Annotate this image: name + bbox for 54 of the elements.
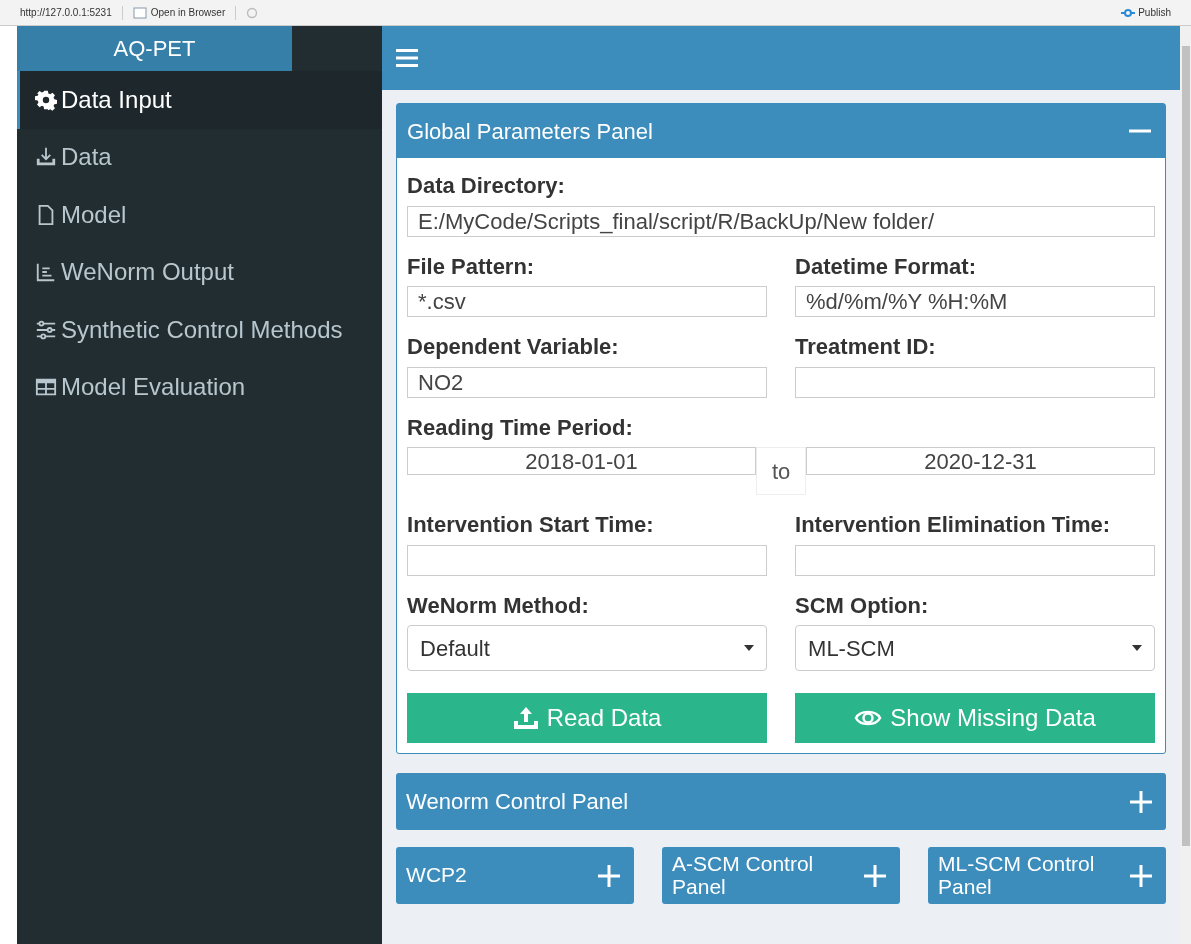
- field-label: Datetime Format:: [795, 252, 977, 280]
- collapsed-panel[interactable]: Wenorm Control Panel: [396, 773, 1167, 830]
- field-label: Intervention Start Time:: [407, 511, 655, 539]
- dropdown[interactable]: ML-SCM: [795, 625, 1156, 671]
- date-separator: to: [756, 447, 807, 495]
- panel-title: Global Parameters Panel: [407, 117, 653, 146]
- publish-icon: [1121, 7, 1136, 18]
- sliders-icon: [35, 318, 57, 341]
- caret-icon: [1132, 645, 1143, 651]
- open-in-browser-button[interactable]: Open in Browser: [132, 5, 226, 20]
- collapsed-panel[interactable]: A-SCM Control Panel: [662, 847, 901, 904]
- text-field[interactable]: %d/%m/%Y %H:%M: [795, 286, 1156, 317]
- text-field[interactable]: [795, 544, 1156, 576]
- field-label: Reading Time Period:: [407, 413, 634, 441]
- bar-chart-icon: [35, 261, 57, 284]
- start-date-field[interactable]: 2018-01-01: [407, 447, 757, 475]
- field-label: Treatment ID:: [795, 333, 937, 361]
- expand-icon[interactable]: [864, 864, 887, 887]
- collapsed-panel[interactable]: WCP2: [396, 847, 635, 904]
- field-label: Intervention Elimination Time:: [795, 511, 1112, 539]
- end-date-field[interactable]: 2020-12-31: [806, 447, 1156, 475]
- url-text: http://127.0.0.1:5231: [20, 6, 112, 20]
- expand-icon[interactable]: [598, 864, 621, 887]
- sidebar-item[interactable]: Data: [17, 128, 383, 186]
- gear-icon: [35, 88, 57, 111]
- upload-icon: [512, 706, 539, 730]
- sidebar-item[interactable]: Model: [17, 186, 383, 244]
- dropdown[interactable]: Default: [407, 625, 768, 671]
- menu-icon[interactable]: [396, 48, 419, 68]
- sidebar-item[interactable]: Synthetic Control Methods: [17, 301, 383, 359]
- caret-icon: [744, 645, 755, 651]
- text-field[interactable]: NO2: [407, 366, 768, 398]
- app-title: AQ-PET: [17, 26, 292, 71]
- panel-title: ML-SCM Control Panel: [938, 853, 1096, 898]
- expand-icon[interactable]: [1130, 864, 1153, 887]
- collapsed-panel[interactable]: ML-SCM Control Panel: [928, 847, 1167, 904]
- field-label: SCM Option:: [795, 591, 930, 619]
- field-label: File Pattern:: [407, 252, 536, 280]
- window-icon: [132, 6, 147, 19]
- field-label: WeNorm Method:: [407, 591, 590, 619]
- text-field[interactable]: E:/MyCode/Scripts_final/script/R/BackUp/New folder/: [407, 205, 1156, 237]
- panel-title: A-SCM Control Panel: [672, 853, 815, 898]
- panel-title: Wenorm Control Panel: [406, 788, 629, 816]
- sidebar-item[interactable]: Data Input: [17, 71, 383, 129]
- text-field[interactable]: [795, 366, 1156, 398]
- field-label: Dependent Variable:: [407, 333, 620, 361]
- expand-icon[interactable]: [1130, 790, 1153, 813]
- field-label: Data Directory:: [407, 172, 566, 200]
- sidebar-item[interactable]: WeNorm Output: [17, 243, 383, 301]
- panel-title: WCP2: [406, 864, 467, 887]
- publish-button[interactable]: Publish: [1121, 5, 1171, 20]
- sidebar-item[interactable]: Model Evaluation: [17, 358, 383, 416]
- text-field[interactable]: *.csv: [407, 286, 768, 317]
- text-field[interactable]: [407, 544, 768, 576]
